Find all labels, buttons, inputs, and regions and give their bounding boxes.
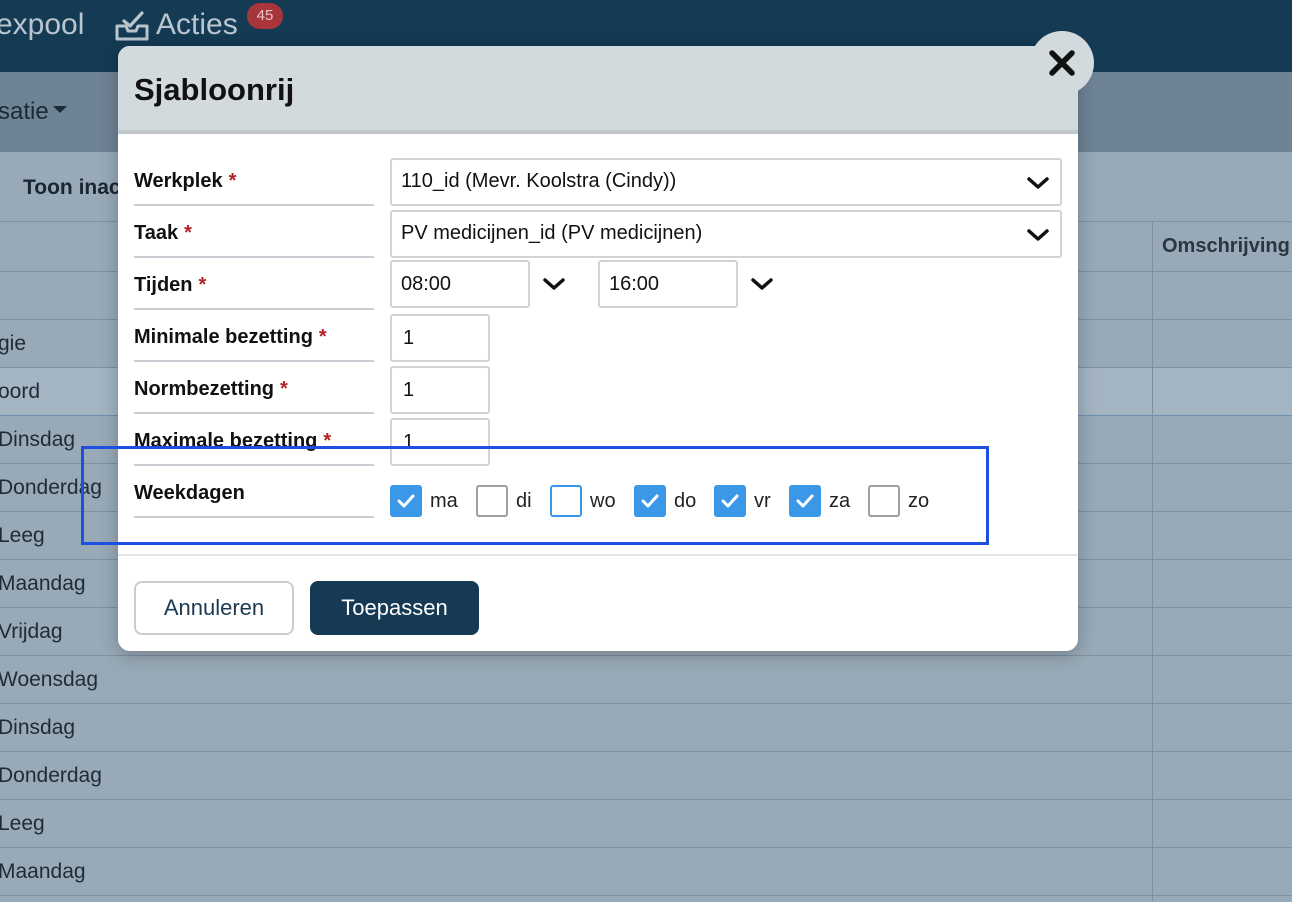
min-bezetting-label: Minimale bezetting * — [134, 326, 327, 349]
dialog-footer-divider — [118, 554, 1078, 556]
sjabloonrij-dialog: Sjabloonrij Werkplek * 110_id (Mevr. Kool… — [118, 46, 1078, 651]
required-marker: * — [184, 222, 192, 244]
werkplek-select-value: 110_id (Mevr. Koolstra (Cindy)) — [401, 170, 677, 192]
required-marker: * — [198, 274, 207, 296]
min-bezetting-value: 1 — [403, 327, 415, 349]
table-cell: Maandag — [0, 572, 86, 595]
table-cell: oord — [0, 380, 41, 403]
table-row[interactable]: Dinsdag — [0, 704, 1292, 752]
toepassen-button[interactable]: Toepassen — [310, 581, 479, 635]
min-bezetting-label-row: Minimale bezetting * — [134, 314, 374, 362]
annuleren-button[interactable]: Annuleren — [134, 581, 294, 635]
nav-item-pool[interactable]: expool — [0, 8, 84, 42]
start-time-input[interactable]: 08:00 — [390, 260, 530, 308]
nav-item-acties[interactable]: Acties — [156, 8, 238, 42]
end-time-value: 16:00 — [609, 273, 660, 295]
inbox-icon[interactable] — [114, 10, 150, 42]
dialog-header: Sjabloonrij — [118, 46, 1078, 134]
toon-inactief-toggle[interactable]: Toon inac — [23, 176, 121, 200]
table-row[interactable]: Woensdag — [0, 656, 1292, 704]
end-time-input[interactable]: 16:00 — [598, 260, 738, 308]
table-row[interactable]: Maandag — [0, 848, 1292, 896]
taak-label: Taak * — [134, 222, 192, 245]
required-marker: * — [280, 378, 288, 400]
taak-label-text: Taak — [134, 222, 179, 244]
taak-select[interactable]: PV medicijnen_id (PV medicijnen) — [390, 210, 1062, 258]
norm-bezetting-label-row: Normbezetting * — [134, 366, 374, 414]
weekdagen-highlight-box — [81, 446, 989, 545]
min-bezetting-label-text: Minimale bezetting — [134, 326, 313, 348]
required-marker: * — [318, 326, 327, 348]
end-time-chevron-down-icon[interactable] — [750, 276, 774, 292]
norm-bezetting-input[interactable]: 1 — [390, 366, 490, 414]
werkplek-label-text: Werkplek — [134, 170, 223, 192]
column-divider — [1152, 222, 1153, 902]
table-row[interactable]: Donderdag — [0, 752, 1292, 800]
table-cell: Woensdag — [0, 668, 99, 691]
required-marker: * — [228, 170, 237, 192]
tijden-label-row: Tijden * — [134, 262, 374, 310]
table-cell: Leeg — [0, 812, 45, 835]
tijden-label: Tijden * — [134, 274, 206, 297]
norm-bezetting-label-text: Normbezetting — [134, 378, 274, 400]
dialog-title: Sjabloonrij — [134, 72, 295, 107]
table-cell: Dinsdag — [0, 428, 76, 451]
table-cell: Donderdag — [0, 764, 102, 787]
chevron-down-icon — [1027, 177, 1049, 189]
organisatie-menu[interactable]: satie — [0, 98, 67, 126]
table-cell: gie — [0, 332, 27, 355]
norm-bezetting-value: 1 — [403, 379, 415, 401]
table-cell: Maandag — [0, 860, 86, 883]
werkplek-label: Werkplek * — [134, 170, 236, 193]
norm-bezetting-label: Normbezetting * — [134, 378, 288, 401]
table-cell: Leeg — [0, 524, 45, 547]
chevron-down-icon — [1027, 229, 1049, 241]
table-row[interactable]: Leeg — [0, 800, 1292, 848]
taak-select-value: PV medicijnen_id (PV medicijnen) — [401, 222, 703, 244]
table-cell: Dinsdag — [0, 716, 76, 739]
caret-down-icon — [52, 106, 67, 114]
organisatie-menu-label: satie — [0, 98, 49, 125]
start-time-chevron-down-icon[interactable] — [542, 276, 566, 292]
close-dialog-button[interactable] — [1030, 31, 1094, 95]
close-icon — [1049, 50, 1075, 76]
werkplek-label-row: Werkplek * — [134, 158, 374, 206]
werkplek-select[interactable]: 110_id (Mevr. Koolstra (Cindy)) — [390, 158, 1062, 206]
min-bezetting-input[interactable]: 1 — [390, 314, 490, 362]
tijden-label-text: Tijden — [134, 274, 193, 296]
taak-label-row: Taak * — [134, 210, 374, 258]
table-cell: Vrijdag — [0, 620, 63, 643]
column-header-omschrijving[interactable]: Omschrijving — [1162, 235, 1290, 258]
start-time-value: 08:00 — [401, 273, 452, 295]
acties-count-badge: 45 — [247, 3, 283, 29]
